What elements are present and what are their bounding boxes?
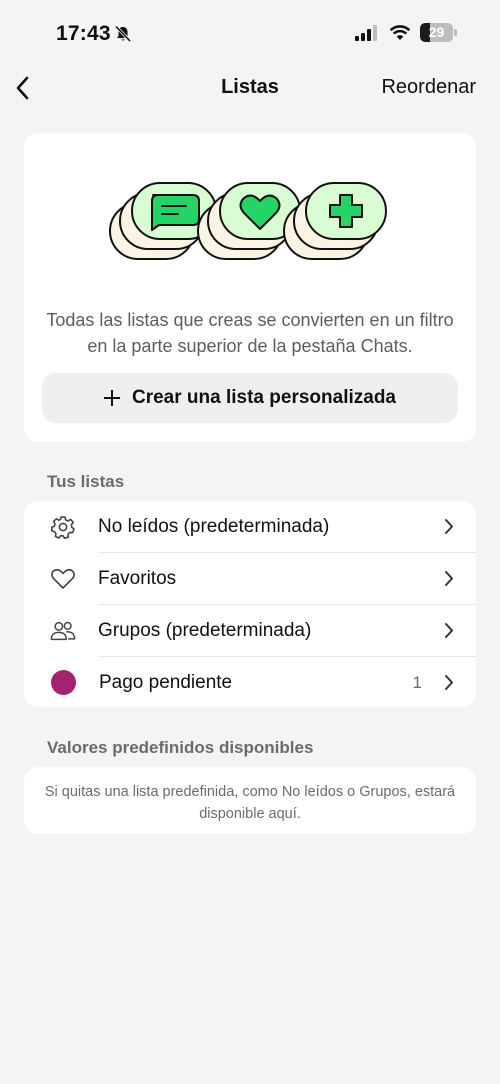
bell-slash-icon [114, 25, 132, 43]
hero-description: Todas las listas que creas se convierten… [46, 310, 454, 356]
battery-indicator: 29 [420, 23, 457, 42]
list-item-unread[interactable]: No leídos (predeterminada) [24, 501, 476, 553]
status-time: 17:43 [56, 22, 111, 45]
list-item-label: Pago pendiente [99, 672, 233, 693]
signal-icon [355, 25, 377, 41]
presets-card: Si quitas una lista predefinida, como No… [24, 767, 476, 834]
plus-icon [104, 390, 120, 406]
list-color-dot [51, 670, 76, 695]
status-bar: 17:43 29 [0, 0, 500, 66]
chevron-right-icon [445, 571, 453, 586]
list-item-label: Favoritos [98, 568, 177, 589]
list-item-pending-payment[interactable]: Pago pendiente 1 [24, 657, 476, 709]
list-item-label: Grupos (predeterminada) [98, 620, 312, 641]
battery-body: 29 [420, 23, 453, 42]
presets-header: Valores predefinidos disponibles [47, 738, 314, 757]
battery-percent: 29 [428, 24, 445, 40]
gear-icon [51, 516, 75, 539]
people-icon [50, 621, 76, 641]
list-item-label: No leídos (predeterminada) [98, 516, 330, 537]
presets-description: Si quitas una lista predefinida, como No… [44, 784, 456, 822]
chevron-right-icon [445, 675, 453, 690]
heart-icon [51, 568, 75, 589]
hero-card: Todas las listas que creas se convierten… [24, 133, 476, 442]
wifi-icon [389, 25, 411, 40]
list-item-groups[interactable]: Grupos (predeterminada) [24, 605, 476, 657]
create-list-button[interactable]: Crear una lista personalizada [42, 373, 458, 423]
chevron-right-icon [445, 623, 453, 638]
battery-tip [454, 29, 457, 36]
reorder-button[interactable]: Reordenar [381, 76, 476, 99]
list-item-count: 1 [412, 673, 422, 692]
lists-illustration [109, 182, 387, 260]
your-lists-header: Tus listas [47, 472, 125, 491]
nav-bar: Listas Reordenar [0, 66, 500, 112]
your-lists-card: No leídos (predeterminada) Favoritos Gru… [24, 501, 476, 707]
list-item-favorites[interactable]: Favoritos [24, 553, 476, 605]
create-list-label: Crear una lista personalizada [132, 387, 396, 408]
chevron-right-icon [445, 519, 453, 534]
